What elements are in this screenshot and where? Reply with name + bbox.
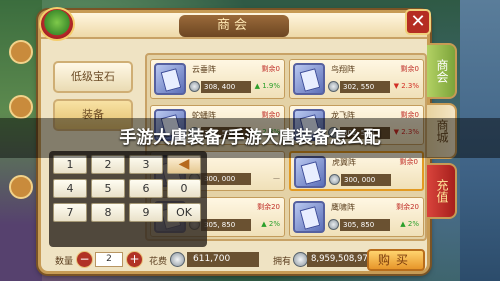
item-name: 虎翼阵 <box>332 158 356 167</box>
hud-icon-2[interactable] <box>9 95 33 119</box>
item-trend: 1.9% <box>262 82 280 90</box>
quantity-input[interactable]: 2 <box>95 252 123 267</box>
item-stock: 剩余0 <box>399 158 418 166</box>
numeric-keypad: 1 2 3 ◀ 4 5 6 0 7 8 9 OK <box>49 151 207 247</box>
scroll-icon <box>294 156 326 188</box>
cost-label: 花费 <box>149 257 168 267</box>
silver-coin-icon <box>293 252 308 267</box>
trend-up-icon: ▲ 2% <box>400 220 419 228</box>
scroll-icon <box>154 63 186 95</box>
category-low-gem[interactable]: 低级宝石 <box>53 61 133 93</box>
item-stock: 剩余20 <box>257 203 280 211</box>
item-price: 305, 850 <box>201 219 251 231</box>
trend-down-icon: ▼ 2.3% <box>393 82 419 90</box>
item-name: 鹰啸阵 <box>331 203 355 212</box>
silver-coin-icon <box>189 81 200 92</box>
tab-commerce[interactable]: 商会 <box>427 43 457 99</box>
item-stock: 剩余20 <box>396 203 419 211</box>
key-0[interactable]: 0 <box>167 179 201 198</box>
scroll-icon <box>293 201 325 233</box>
item-price: 305, 850 <box>340 219 390 231</box>
scroll-icon <box>293 63 325 95</box>
silver-coin-icon <box>328 219 339 230</box>
hud-icon-1[interactable] <box>9 40 33 64</box>
item-price: 300, 000 <box>341 174 391 186</box>
item-stock: 剩余0 <box>400 65 419 73</box>
item-price: 300, 000 <box>201 173 251 185</box>
cost-value: 611,700 <box>187 252 259 267</box>
trend-up-icon: ▲ 2% <box>261 220 280 228</box>
decrease-quantity-button[interactable]: − <box>76 251 93 268</box>
buy-button[interactable]: 购买 <box>367 249 425 271</box>
logo-badge-icon <box>39 7 75 41</box>
tab-recharge[interactable]: 充值 <box>427 163 457 219</box>
close-button[interactable]: ✕ <box>405 9 431 35</box>
title-bar: 商会 <box>41 13 427 39</box>
item-trend: 2% <box>268 220 280 228</box>
item-price: 302, 550 <box>340 81 390 93</box>
item-card[interactable]: 云垂阵 剩余0 308, 400 ▲ 1.9% <box>150 59 285 99</box>
silver-coin-icon <box>328 81 339 92</box>
item-price: 308, 400 <box>201 81 251 93</box>
item-trend: — <box>273 174 280 182</box>
trend-up-icon: ▲ 1.9% <box>254 82 280 90</box>
owned-label: 拥有 <box>273 257 292 267</box>
quantity-label: 数量 <box>55 257 74 267</box>
key-ok[interactable]: OK <box>167 203 201 222</box>
key-5[interactable]: 5 <box>91 179 125 198</box>
silver-coin-icon <box>170 252 185 267</box>
item-name: 鸟翔阵 <box>331 65 355 74</box>
item-card[interactable]: 鸟翔阵 剩余0 302, 550 ▼ 2.3% <box>289 59 424 99</box>
item-name: 云垂阵 <box>192 65 216 74</box>
key-9[interactable]: 9 <box>129 203 163 222</box>
key-4[interactable]: 4 <box>53 179 87 198</box>
increase-quantity-button[interactable]: + <box>126 251 143 268</box>
hud-icon-3[interactable] <box>9 175 33 199</box>
silver-coin-icon <box>329 174 340 185</box>
key-7[interactable]: 7 <box>53 203 87 222</box>
key-8[interactable]: 8 <box>91 203 125 222</box>
key-6[interactable]: 6 <box>129 179 163 198</box>
overlay-caption: 手游大唐装备/手游大唐装备怎么配 <box>0 118 500 158</box>
panel-title: 商会 <box>179 15 289 37</box>
item-trend: 2% <box>407 220 419 228</box>
purchase-bar: 数量 − 2 + 花费 611,700 拥有 8,959,508,977 购买 <box>41 249 427 273</box>
item-stock: 剩余0 <box>261 65 280 73</box>
item-card[interactable]: 鹰啸阵 剩余20 305, 850 ▲ 2% <box>289 197 424 237</box>
item-trend: 2.3% <box>401 82 419 90</box>
